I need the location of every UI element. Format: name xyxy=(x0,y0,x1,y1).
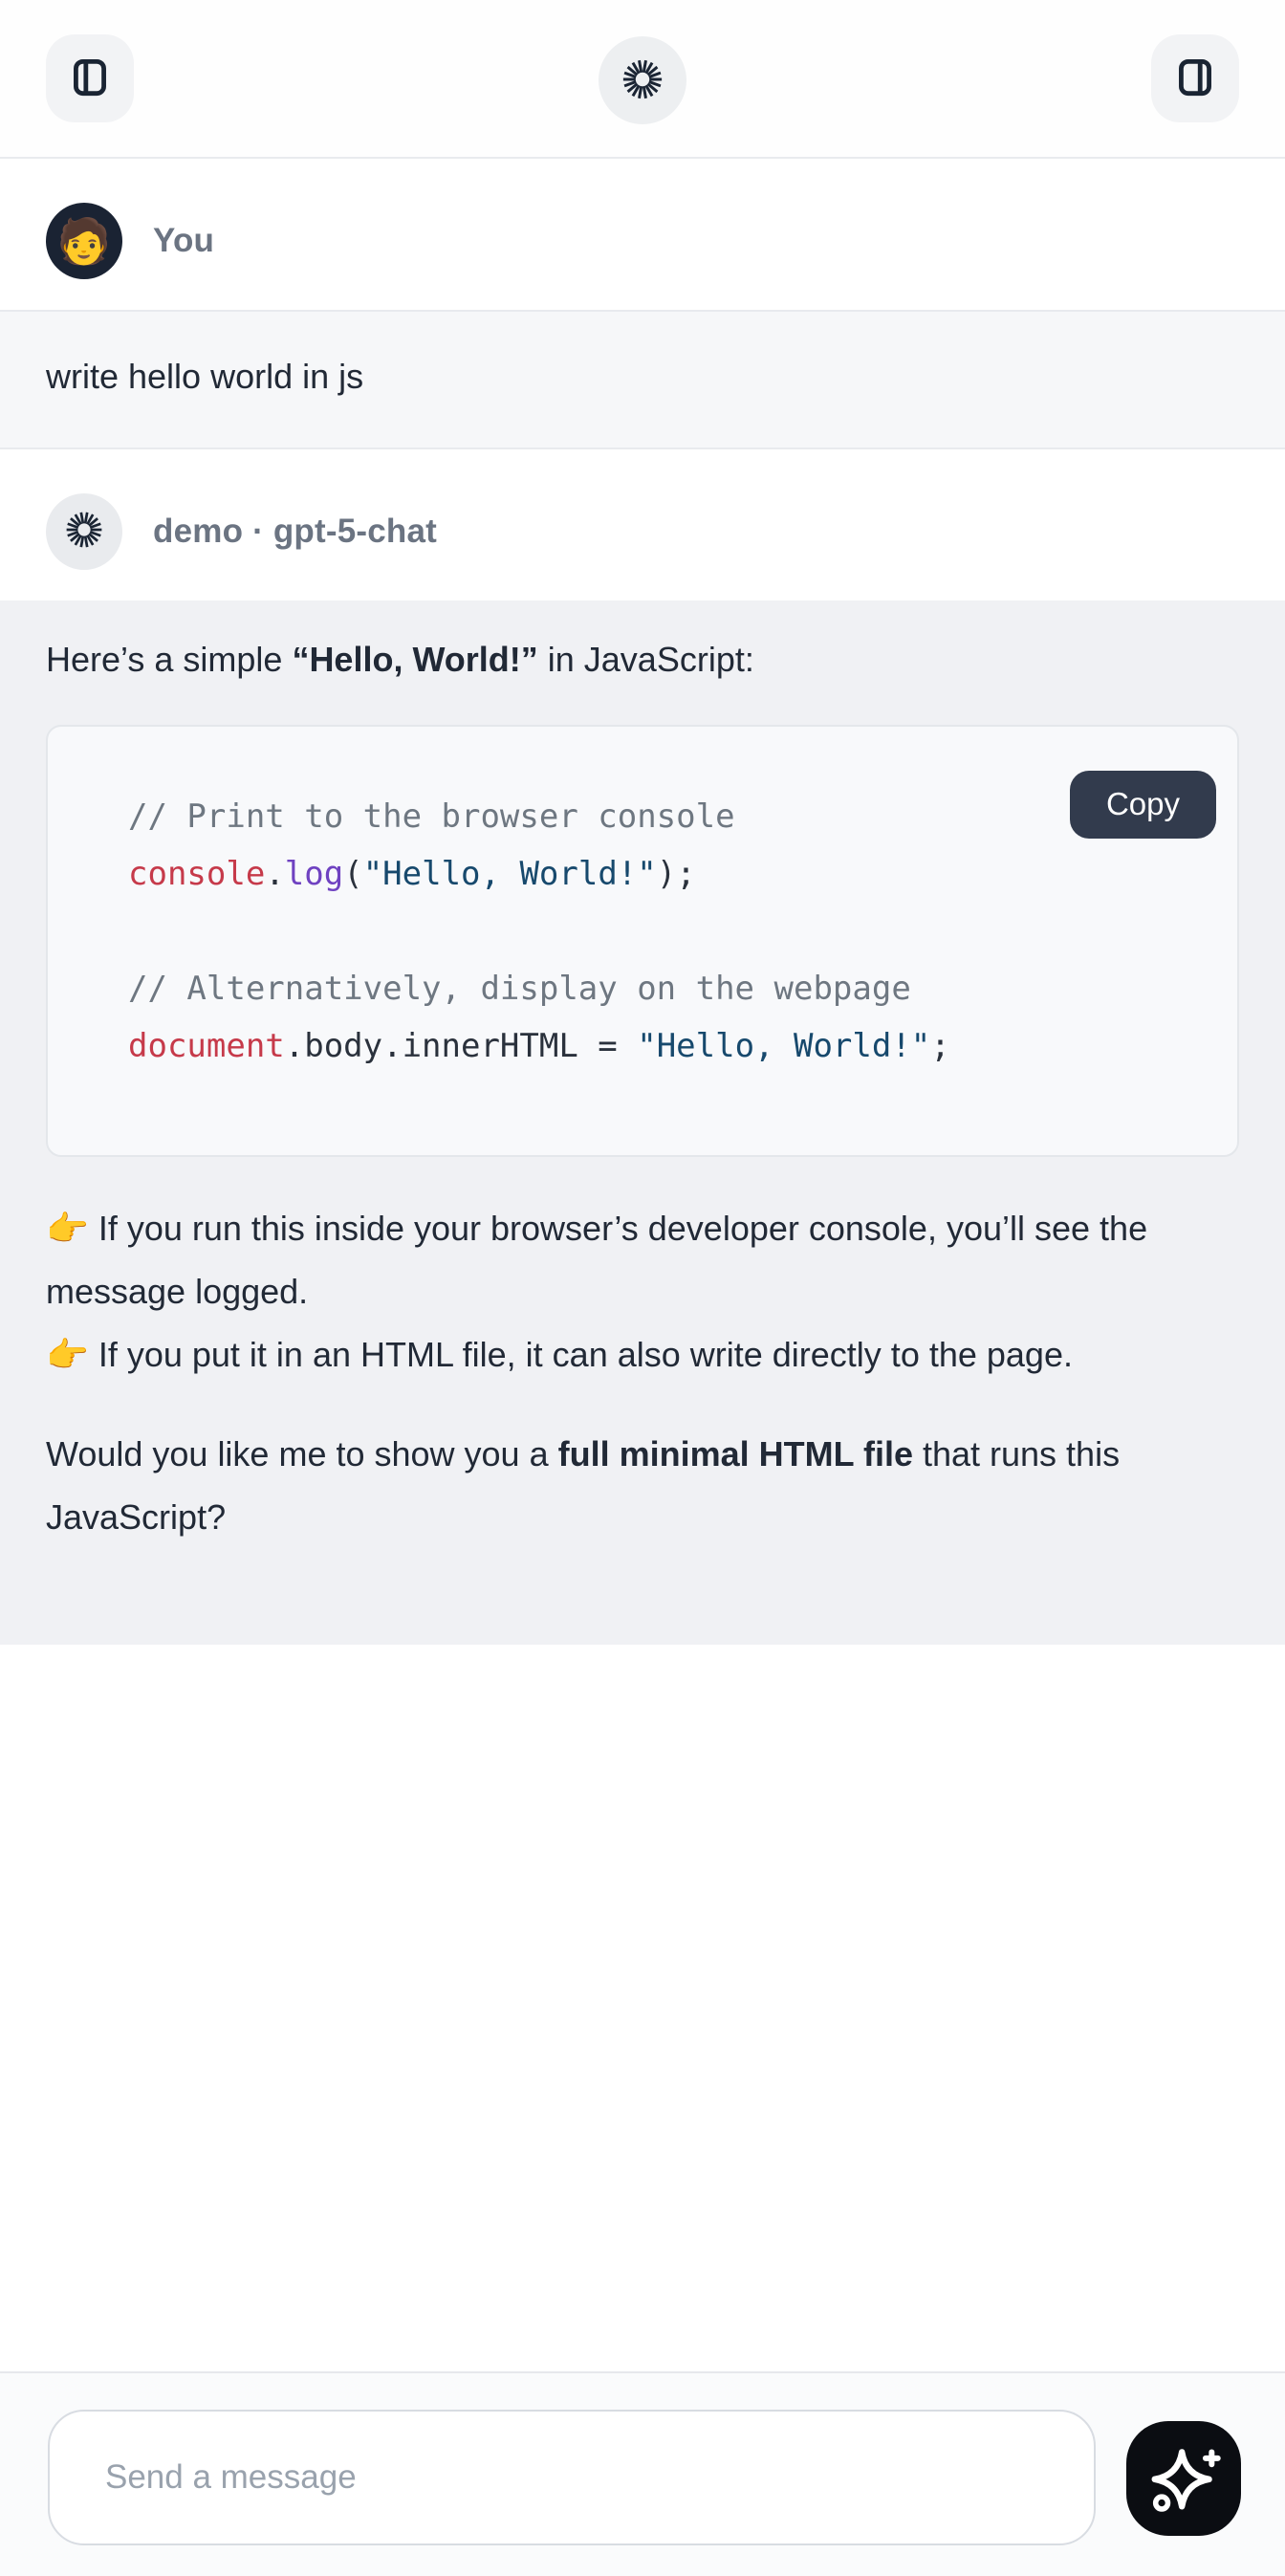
model-avatar-button[interactable] xyxy=(599,36,686,124)
code-line: // Print to the browser console xyxy=(128,788,1199,845)
user-message-text: write hello world in js xyxy=(46,356,1239,398)
starburst-icon xyxy=(64,510,104,555)
assistant-tips: 👉 If you run this inside your browser’s … xyxy=(46,1197,1239,1386)
assistant-sender-row: demo · gpt-5-chat xyxy=(0,449,1285,600)
question-bold-text: full minimal HTML file xyxy=(558,1434,913,1474)
code-line: // Alternatively, display on the webpage xyxy=(128,960,1199,1017)
panel-left-icon xyxy=(66,54,114,104)
user-avatar-emoji: 🧑 xyxy=(56,219,111,263)
copy-code-button[interactable]: Copy xyxy=(1070,771,1216,839)
code-line: console.log("Hello, World!"); xyxy=(128,845,1199,903)
chat-app: 🧑 You write hello world in js demo · gpt… xyxy=(0,0,1285,2576)
intro-bold-text: “Hello, World!” xyxy=(292,640,537,679)
assistant-tip: 👉 If you run this inside your browser’s … xyxy=(46,1197,1239,1323)
user-avatar: 🧑 xyxy=(46,203,122,279)
assistant-avatar xyxy=(46,493,122,570)
code-line: document.body.innerHTML = "Hello, World!… xyxy=(128,1017,1199,1075)
top-bar xyxy=(0,0,1285,159)
code-content: // Print to the browser consoleconsole.l… xyxy=(128,788,1199,1075)
code-line xyxy=(128,903,1199,960)
composer-bar xyxy=(0,2371,1285,2576)
send-button[interactable] xyxy=(1126,2421,1241,2536)
user-sender-row: 🧑 You xyxy=(0,159,1285,310)
assistant-message: Here’s a simple “Hello, World!” in JavaS… xyxy=(0,600,1285,1645)
user-message: write hello world in js xyxy=(0,310,1285,449)
panel-right-toggle-button[interactable] xyxy=(1151,34,1239,122)
message-input[interactable] xyxy=(48,2410,1096,2545)
user-sender-name: You xyxy=(153,222,214,260)
sidebar-toggle-button[interactable] xyxy=(46,34,134,122)
sparkle-icon xyxy=(1142,2435,1226,2522)
assistant-sender-name: demo · gpt-5-chat xyxy=(153,513,437,551)
assistant-question: Would you like me to show you a full min… xyxy=(46,1423,1239,1549)
panel-right-icon xyxy=(1171,54,1219,104)
assistant-intro: Here’s a simple “Hello, World!” in JavaS… xyxy=(46,633,1239,687)
assistant-tip: 👉 If you put it in an HTML file, it can … xyxy=(46,1323,1239,1386)
starburst-icon xyxy=(621,57,664,104)
code-block: Copy // Print to the browser consolecons… xyxy=(46,725,1239,1157)
